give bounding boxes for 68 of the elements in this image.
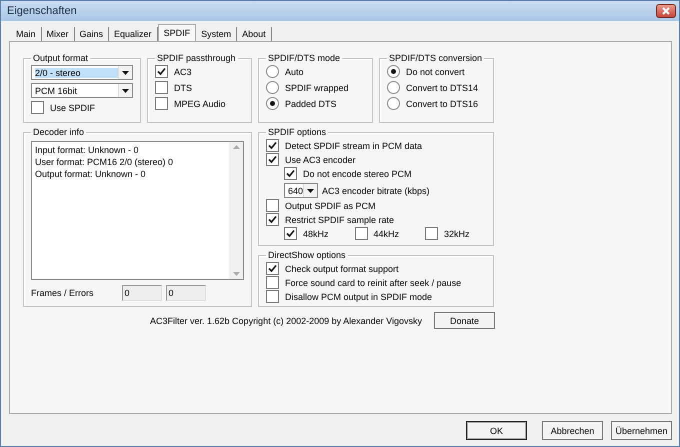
checkbox-label[interactable]: 44kHz — [374, 228, 400, 238]
radio-label[interactable]: Do not convert — [406, 66, 465, 76]
checkbox-label[interactable]: Detect SPDIF stream in PCM data — [285, 140, 422, 150]
group-title: Output format — [32, 53, 90, 63]
dialog-button[interactable]: Abbrechen — [542, 421, 603, 440]
radio-button[interactable] — [387, 97, 400, 110]
group-title: Decoder info — [32, 127, 86, 137]
checkbox-label[interactable]: Output SPDIF as PCM — [285, 200, 376, 210]
checkbox[interactable] — [266, 262, 279, 275]
radio-button[interactable] — [266, 97, 279, 110]
window-title: Eigenschaften — [7, 5, 77, 17]
group-title: SPDIF/DTS conversion — [388, 53, 484, 63]
errors-field: 0 — [166, 285, 206, 301]
radio-button[interactable] — [266, 81, 279, 94]
radio-label[interactable]: Padded DTS — [285, 98, 337, 108]
radio-label[interactable]: SPDIF wrapped — [285, 82, 349, 92]
checkbox-label[interactable]: Disallow PCM output in SPDIF mode — [285, 292, 432, 302]
checkbox-label[interactable]: Do not encode stereo PCM — [303, 168, 412, 178]
dropdown-label: AC3 encoder bitrate (kbps) — [322, 186, 430, 196]
checkbox[interactable] — [266, 276, 279, 289]
checkbox-label[interactable]: Use AC3 encoder — [285, 154, 356, 164]
radio-button[interactable] — [266, 65, 279, 78]
dialog-button[interactable]: OK — [466, 421, 527, 440]
radio-label[interactable]: Convert to DTS16 — [406, 98, 478, 108]
checkbox[interactable] — [155, 97, 168, 110]
checkbox-label[interactable]: AC3 — [174, 66, 192, 76]
checkbox-label[interactable]: 48kHz — [303, 228, 329, 238]
group-title: SPDIF options — [267, 127, 328, 137]
checkbox[interactable] — [354, 227, 368, 240]
donate-button[interactable]: Donate — [434, 312, 495, 329]
frames-field: 0 — [122, 285, 162, 301]
info-line: Output format: Unknown - 0 — [35, 168, 147, 180]
dropdown[interactable]: 2/0 - stereo — [31, 65, 133, 80]
checkbox[interactable] — [31, 101, 44, 114]
radio-button[interactable] — [387, 65, 400, 78]
group-title: DirectShow options — [267, 250, 347, 260]
checkbox-label[interactable]: Use SPDIF — [50, 102, 96, 112]
info-line: User format: PCM16 2/0 (stereo) 0 — [35, 156, 174, 168]
checkbox[interactable] — [266, 213, 279, 226]
checkbox[interactable] — [266, 153, 279, 166]
info-line: Input format: Unknown - 0 — [35, 144, 140, 156]
dropdown[interactable]: 640 — [284, 183, 318, 198]
checkbox-label[interactable]: 32kHz — [444, 228, 470, 238]
dropdown[interactable]: PCM 16bit — [31, 83, 133, 98]
checkbox[interactable] — [155, 65, 168, 78]
close-icon — [662, 7, 670, 15]
checkbox-label[interactable]: Check output format support — [285, 264, 399, 274]
checkbox-label[interactable]: Restrict SPDIF sample rate — [285, 214, 394, 224]
checkbox[interactable] — [425, 227, 438, 240]
tab[interactable]: SPDIF — [158, 24, 196, 41]
radio-label[interactable]: Convert to DTS14 — [406, 82, 478, 92]
checkbox[interactable] — [155, 81, 168, 94]
checkbox-label[interactable]: MPEG Audio — [174, 98, 226, 108]
close-button[interactable] — [656, 4, 676, 18]
checkbox-label[interactable]: DTS — [174, 82, 192, 92]
checkbox[interactable] — [284, 167, 297, 180]
frames-label: Frames / Errors — [31, 288, 94, 298]
checkbox[interactable] — [266, 290, 279, 303]
radio-button[interactable] — [387, 81, 400, 94]
group-title: SPDIF passthrough — [156, 53, 237, 63]
group-title: SPDIF/DTS mode — [267, 53, 342, 63]
checkbox[interactable] — [284, 227, 297, 240]
checkbox[interactable] — [266, 199, 279, 212]
dialog-button[interactable]: Übernehmen — [611, 421, 672, 440]
copyright-text: AC3Filter ver. 1.62b Copyright (c) 2002-2009 by Alexander Vigovsky — [150, 316, 422, 326]
checkbox-label[interactable]: Force sound card to reinit after seek / pause — [285, 278, 462, 288]
checkbox[interactable] — [266, 139, 279, 152]
radio-label[interactable]: Auto — [285, 66, 304, 76]
